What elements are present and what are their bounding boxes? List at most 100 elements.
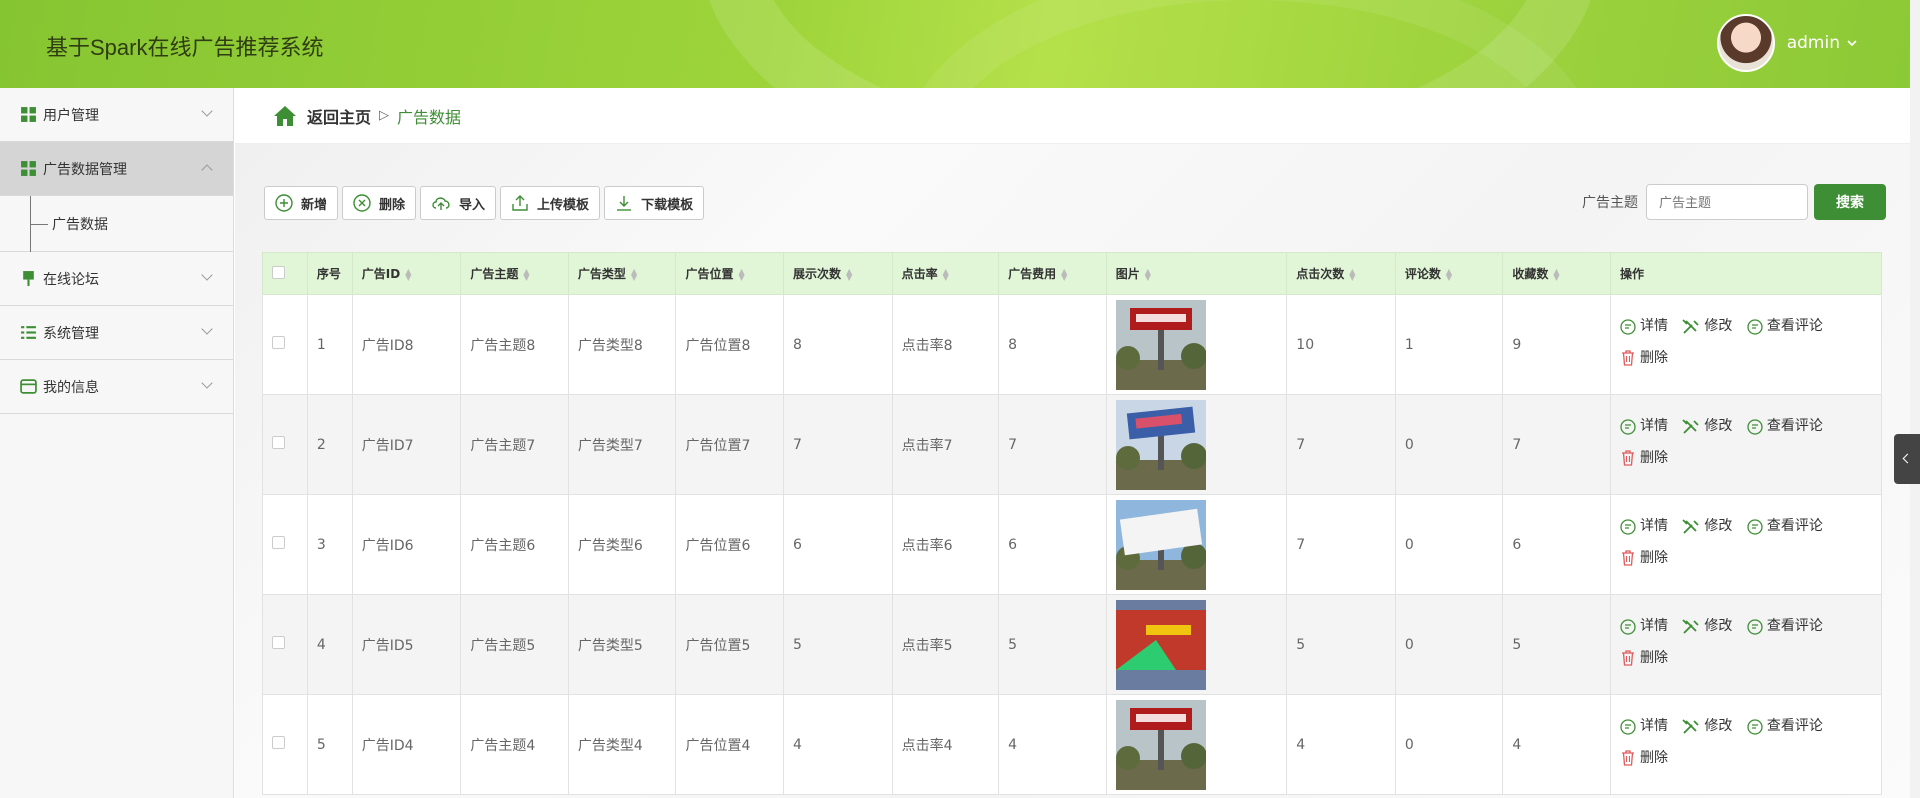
detail-button[interactable]: 详情 (1620, 613, 1668, 640)
trash-icon (1621, 350, 1634, 366)
edit-button[interactable]: 修改 (1682, 713, 1732, 740)
row-delete-button[interactable]: 删除 (1620, 545, 1668, 572)
cell-image (1105, 694, 1288, 795)
select-all-checkbox[interactable] (272, 265, 285, 279)
sort-icon[interactable]: ▲ ▼ (1145, 267, 1151, 281)
sort-icon[interactable]: ▲ ▼ (1349, 267, 1355, 281)
cell-cost: 8 (998, 294, 1107, 395)
cell-topic: 广告主题5 (460, 594, 569, 695)
edit-button[interactable]: 修改 (1682, 513, 1732, 540)
cell-comments: 0 (1394, 494, 1504, 595)
row-select-cell (262, 494, 308, 595)
sidebar-item-system-management[interactable]: 系统管理 (0, 306, 233, 360)
cell-cost: 7 (998, 394, 1107, 495)
search-button[interactable]: 搜索 (1814, 184, 1886, 220)
view-comments-button[interactable]: 查看评论 (1747, 413, 1823, 440)
chevron-down-icon[interactable] (1846, 37, 1858, 49)
sort-icon[interactable]: ▲ ▼ (846, 267, 852, 281)
cell-image (1105, 594, 1288, 695)
sort-icon[interactable]: ▲ ▼ (523, 267, 529, 281)
breadcrumb-home-link[interactable]: 返回主页 (307, 104, 371, 128)
edit-button[interactable]: 修改 (1682, 613, 1732, 640)
ad-image[interactable] (1115, 699, 1206, 790)
sidebar-item-my-info[interactable]: 我的信息 (0, 360, 233, 414)
search-input[interactable] (1646, 184, 1808, 220)
chevron-down-icon (201, 105, 213, 117)
sort-icon[interactable]: ▲ ▼ (631, 267, 637, 281)
upload-template-button[interactable]: 上传模板 (500, 186, 601, 220)
sort-icon[interactable]: ▲ ▼ (1061, 267, 1067, 281)
detail-button[interactable]: 详情 (1620, 713, 1668, 740)
column-header[interactable]: 评论数 ▲ ▼ (1394, 252, 1504, 295)
column-header[interactable]: 点击率 ▲ ▼ (891, 252, 1000, 295)
row-checkbox[interactable] (272, 536, 285, 549)
sidebar-item-forum[interactable]: 在线论坛 (0, 252, 233, 306)
delete-button[interactable]: 删除 (342, 186, 417, 220)
view-comments-button[interactable]: 查看评论 (1747, 613, 1823, 640)
row-delete-button[interactable]: 删除 (1620, 645, 1668, 672)
column-header[interactable]: 展示次数 ▲ ▼ (783, 252, 893, 295)
user-menu[interactable]: admin (1716, 14, 1858, 72)
cell-ctr: 点击率6 (891, 494, 1000, 595)
column-header[interactable]: 图片 ▲ ▼ (1105, 252, 1288, 295)
row-checkbox[interactable] (272, 436, 285, 449)
column-header[interactable]: 广告位置 ▲ ▼ (675, 252, 785, 295)
sidebar-item-label: 我的信息 (43, 379, 99, 396)
home-icon[interactable] (273, 105, 297, 127)
sort-icon[interactable]: ▲ ▼ (1446, 267, 1452, 281)
cell-topic: 广告主题6 (460, 494, 569, 595)
detail-button[interactable]: 详情 (1620, 513, 1668, 540)
view-comments-button[interactable]: 查看评论 (1747, 513, 1823, 540)
view-comments-button[interactable]: 查看评论 (1747, 313, 1823, 340)
row-delete-button[interactable]: 删除 (1620, 345, 1668, 372)
view-comments-button[interactable]: 查看评论 (1747, 713, 1823, 740)
download-template-button[interactable]: 下载模板 (604, 186, 705, 220)
ad-image[interactable] (1115, 399, 1206, 490)
sidebar-subitem-ad-data[interactable]: 广告数据 (0, 196, 233, 252)
sidebar-item-label: 广告数据 (52, 216, 108, 233)
detail-button[interactable]: 详情 (1620, 413, 1668, 440)
scrollbar-track[interactable] (1910, 0, 1920, 798)
sort-icon[interactable]: ▲ ▼ (405, 267, 411, 281)
select-all-cell (262, 252, 308, 295)
row-delete-button[interactable]: 删除 (1620, 745, 1668, 772)
edit-button[interactable]: 修改 (1682, 313, 1732, 340)
column-header[interactable]: 收藏数 ▲ ▼ (1502, 252, 1611, 295)
cell-topic: 广告主题7 (460, 394, 569, 495)
avatar[interactable] (1716, 14, 1775, 72)
detail-button[interactable]: 详情 (1620, 313, 1668, 340)
sidebar-item-user-management[interactable]: 用户管理 (0, 88, 233, 142)
row-checkbox[interactable] (272, 636, 285, 649)
cell-position: 广告位置5 (675, 594, 785, 695)
cell-type: 广告类型6 (567, 494, 677, 595)
username[interactable]: admin (1787, 33, 1840, 53)
edit-button[interactable]: 修改 (1682, 413, 1732, 440)
sidebar-item-label: 广告数据管理 (43, 161, 127, 178)
row-delete-button[interactable]: 删除 (1620, 445, 1668, 472)
column-header[interactable]: 点击次数 ▲ ▼ (1286, 252, 1396, 295)
app-title: 基于Spark在线广告推荐系统 (46, 35, 324, 60)
grid-icon (21, 107, 36, 122)
download-icon (617, 196, 632, 211)
chevron-down-icon (201, 323, 213, 335)
column-header[interactable]: 广告ID ▲ ▼ (351, 252, 462, 295)
import-button-label: 导入 (459, 197, 486, 213)
import-button[interactable]: 导入 (420, 186, 497, 220)
column-header[interactable]: 广告主题 ▲ ▼ (460, 252, 569, 295)
sidebar-item-ad-data-management[interactable]: 广告数据管理 (0, 142, 233, 196)
collapse-panel-button[interactable] (1894, 434, 1920, 484)
cell-views: 6 (783, 494, 893, 595)
ad-image[interactable] (1115, 299, 1206, 390)
sort-icon[interactable]: ▲ ▼ (1553, 267, 1559, 281)
cell-no: 3 (306, 494, 353, 595)
sort-icon[interactable]: ▲ ▼ (943, 267, 949, 281)
ad-image[interactable] (1115, 599, 1206, 690)
ad-image[interactable] (1115, 499, 1206, 590)
column-header[interactable]: 广告费用 ▲ ▼ (998, 252, 1107, 295)
column-header[interactable]: 广告类型 ▲ ▼ (567, 252, 677, 295)
row-checkbox[interactable] (272, 336, 285, 349)
add-button[interactable]: 新增 (264, 186, 339, 220)
row-checkbox[interactable] (272, 736, 285, 749)
sort-icon[interactable]: ▲ ▼ (739, 267, 745, 281)
cell-favorites: 9 (1502, 294, 1611, 395)
